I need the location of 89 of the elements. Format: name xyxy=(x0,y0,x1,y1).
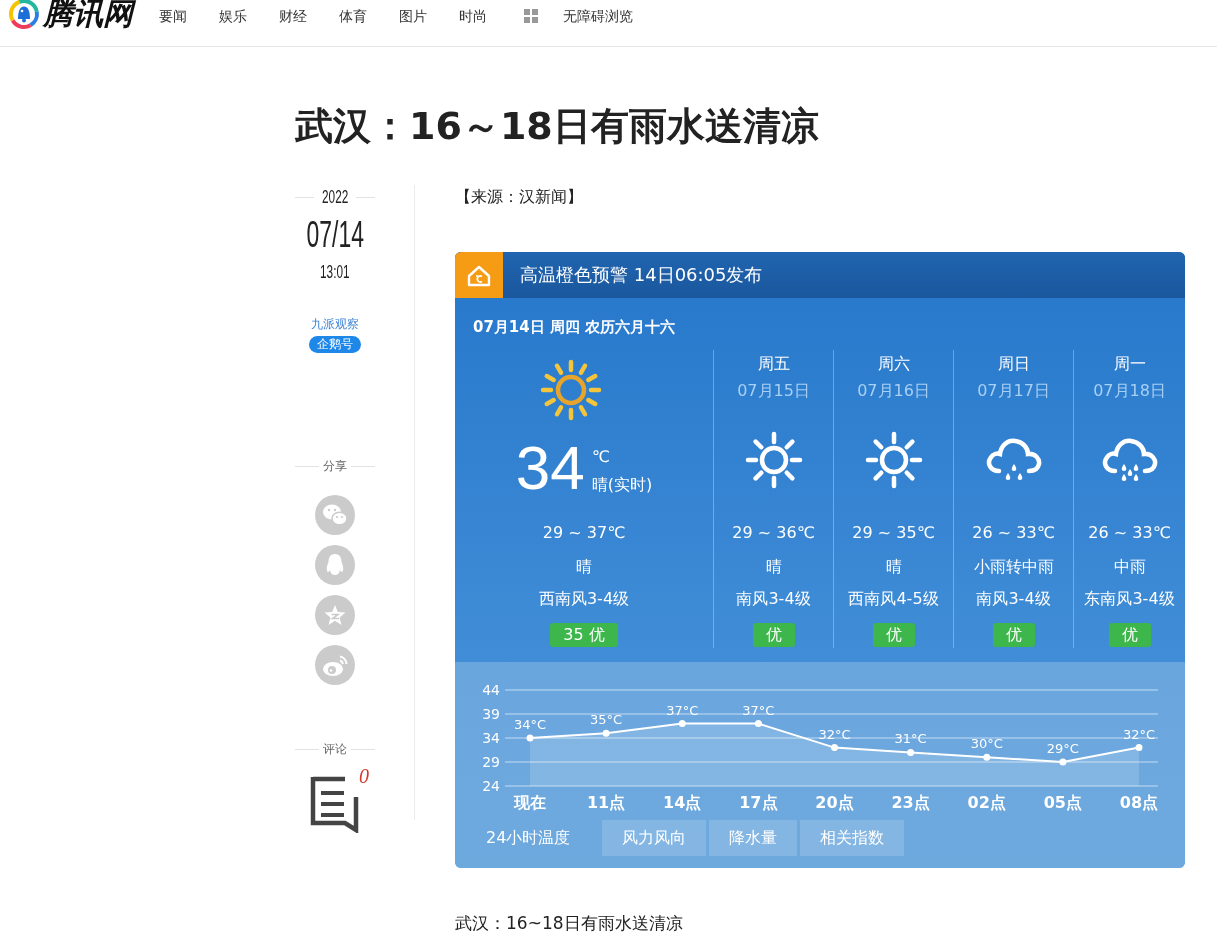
forecast-date: 07月16日 xyxy=(857,380,930,402)
axis-category-label: 20点 xyxy=(815,793,854,812)
temperature-unit: ℃ xyxy=(591,447,610,467)
nav-link[interactable]: 财经 xyxy=(279,6,307,26)
axis-tick-label: 34 xyxy=(482,730,500,746)
wind-text: 西南风3-4级 xyxy=(538,588,630,610)
house-icon[interactable] xyxy=(455,252,503,298)
air-quality-badge: 优 xyxy=(752,623,795,647)
weather-condition: 晴 xyxy=(576,556,592,578)
article-title: 武汉：16～18日有雨水送清凉 xyxy=(295,103,820,149)
forecast-date: 07月18日 xyxy=(1093,380,1166,402)
share-label: 分享 xyxy=(323,458,347,475)
value-label: 34°C xyxy=(513,717,547,732)
data-point xyxy=(678,720,686,728)
nav-link[interactable]: 要闻 xyxy=(159,6,187,26)
axis-category-label: 11点 xyxy=(587,793,626,812)
temperature-range: 29 ~ 35℃ xyxy=(852,522,935,544)
accessibility-link[interactable]: 无障碍浏览 xyxy=(563,6,633,26)
data-point xyxy=(1059,758,1067,766)
axis-tick-label: 24 xyxy=(482,778,500,794)
air-quality-badge: 35 优 xyxy=(550,623,618,647)
source-label: 【来源：汉新闻】 xyxy=(455,186,584,208)
value-label: 31°C xyxy=(894,731,927,747)
day-label: 周五 xyxy=(757,353,790,375)
date-label: 07/14 xyxy=(306,217,364,253)
time-label: 13:01 xyxy=(320,262,350,282)
value-label: 37°C xyxy=(666,702,699,718)
value-label: 35°C xyxy=(590,712,623,728)
nav-link[interactable]: 时尚 xyxy=(459,6,487,26)
weather-condition: 晴 xyxy=(885,556,902,578)
logo-icon[interactable] xyxy=(7,0,41,31)
data-point xyxy=(831,744,838,752)
data-point xyxy=(907,748,915,756)
data-point xyxy=(754,720,762,728)
wind-text: 西南风4-5级 xyxy=(848,588,939,610)
wind-text: 东南风3-4级 xyxy=(1084,588,1175,610)
data-point xyxy=(1135,744,1143,752)
value-label: 32°C xyxy=(1122,726,1156,742)
data-point xyxy=(983,753,991,761)
alert-text: 高温橙色预警 14日06:05发布 xyxy=(520,263,763,287)
current-temperature: 34 xyxy=(515,437,585,499)
air-quality-badge: 优 xyxy=(1108,623,1151,647)
axis-category-label: 14点 xyxy=(663,793,702,812)
day-label: 周日 xyxy=(997,353,1030,375)
axis-category-label: 23点 xyxy=(891,793,930,812)
image-caption: 武汉：16~18日有雨水送清凉 xyxy=(455,912,684,934)
current-condition: 晴(实时) xyxy=(591,475,653,495)
penguin-icon[interactable] xyxy=(315,545,355,585)
data-point xyxy=(602,729,610,737)
weather-condition: 小雨转中雨 xyxy=(973,556,1054,578)
nav-link[interactable]: 体育 xyxy=(339,6,367,26)
air-quality-badge: 优 xyxy=(872,623,915,647)
axis-category-label: 08点 xyxy=(1119,793,1159,812)
value-label: 32°C xyxy=(818,726,851,742)
value-label: 37°C xyxy=(742,702,775,718)
axis-tick-label: 39 xyxy=(482,706,500,722)
eye-waves-icon[interactable] xyxy=(315,645,355,685)
day-label: 周六 xyxy=(877,353,910,375)
temperature-range: 29 ~ 36℃ xyxy=(732,522,815,544)
temperature-range: 29 ~ 37℃ xyxy=(542,522,626,544)
data-point xyxy=(526,734,534,742)
temperature-range: 26 ~ 33℃ xyxy=(1088,522,1171,544)
forecast-date: 07月15日 xyxy=(737,380,810,402)
value-label: 29°C xyxy=(1046,741,1079,756)
forecast-date: 07月17日 xyxy=(977,380,1050,402)
axis-tick-label: 44 xyxy=(482,682,500,698)
nav-link[interactable]: 娱乐 xyxy=(219,6,247,26)
weather-condition: 中雨 xyxy=(1113,556,1146,578)
account-badge: 企鹅号 xyxy=(309,336,361,353)
axis-tick-label: 29 xyxy=(482,754,500,770)
air-quality-badge: 优 xyxy=(992,623,1035,647)
wind-text: 南风3-4级 xyxy=(976,588,1051,610)
nav-link[interactable]: 图片 xyxy=(399,6,427,26)
axis-category-label: 现在 xyxy=(514,793,546,812)
author-link[interactable]: 九派观察 xyxy=(311,316,359,332)
chat-bubbles-icon[interactable] xyxy=(315,495,355,535)
temperature-range: 26 ~ 33℃ xyxy=(972,522,1055,544)
axis-category-label: 05点 xyxy=(1043,793,1082,812)
weather-condition: 晴 xyxy=(765,556,782,578)
year-label: 2022 xyxy=(321,185,349,209)
comment-count: 0 xyxy=(359,766,369,786)
axis-category-label: 17点 xyxy=(739,793,778,812)
comment-label: 评论 xyxy=(323,741,347,758)
day-label: 周一 xyxy=(1113,353,1146,375)
axis-category-label: 02点 xyxy=(967,793,1006,812)
value-label: 30°C xyxy=(970,736,1003,752)
grid-icon[interactable] xyxy=(524,9,538,23)
date-line: 07月14日 周四 农历六月十六 xyxy=(473,317,676,338)
wind-text: 南风3-4级 xyxy=(736,588,811,610)
